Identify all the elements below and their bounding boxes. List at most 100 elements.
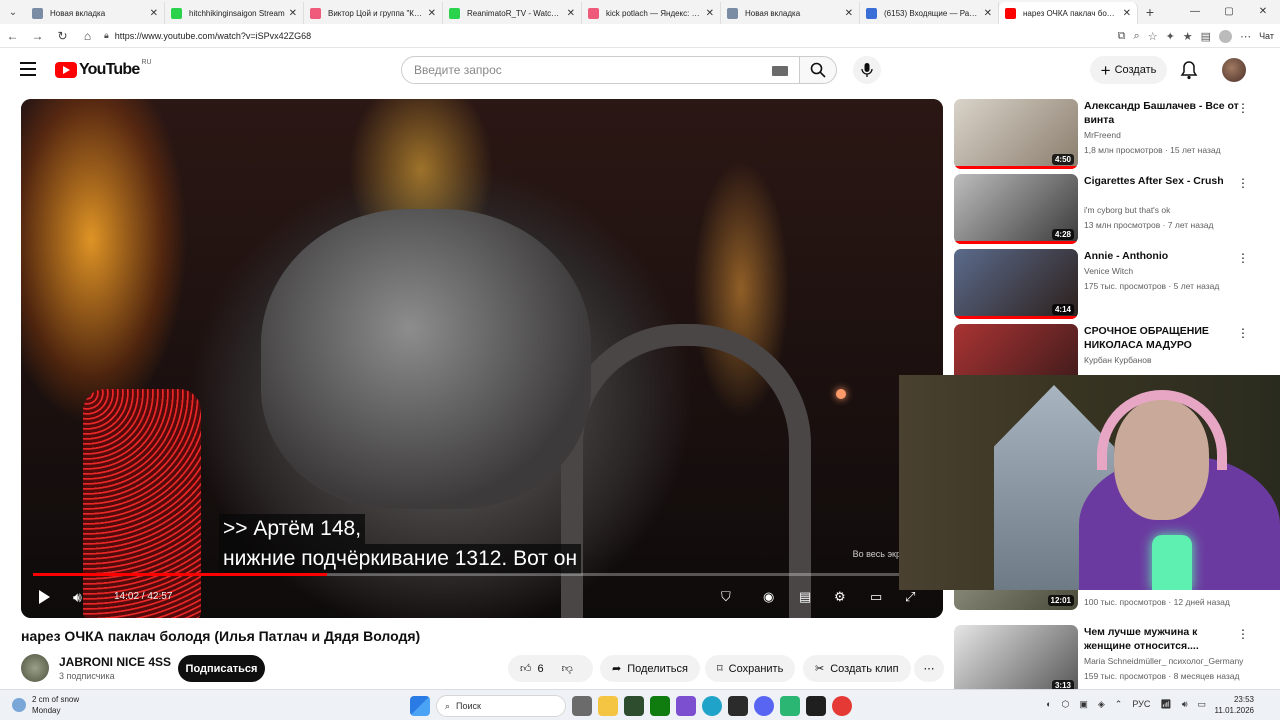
home-icon[interactable]: ⌂ (75, 29, 100, 43)
recommendation-item[interactable]: 4:50 Александр Башлачев - Все от винта MrF… (954, 99, 1264, 169)
xbox-icon[interactable] (650, 696, 670, 716)
edge-icon[interactable] (702, 696, 722, 716)
browser-tab[interactable]: hitchhikinginsaigon Stream ✕ (165, 2, 304, 24)
account-avatar[interactable] (1222, 58, 1246, 82)
tab-close-icon[interactable]: ✕ (706, 8, 714, 19)
taskbar-search[interactable]: ⌕ Поиск (436, 695, 566, 717)
more-vertical-icon[interactable]: ⋮ (1237, 326, 1249, 340)
browser-tab[interactable]: ReanimatoR_TV - Watch the ✕ (443, 2, 582, 24)
task-view-icon[interactable] (572, 696, 592, 716)
recommendation-title[interactable]: Чем лучше мужчина к женщине относится...… (1084, 625, 1244, 653)
zoom-icon[interactable]: ⌕ (1134, 30, 1140, 43)
more-icon[interactable]: ⋯ (1240, 30, 1251, 43)
app-install-icon[interactable]: ⧉ (1118, 30, 1126, 43)
tab-close-icon[interactable]: ✕ (1123, 8, 1131, 19)
voice-search-button[interactable] (853, 56, 881, 84)
progress-bar[interactable] (33, 573, 931, 576)
subtitles-icon[interactable]: ▤ (799, 589, 811, 605)
recommendation-item[interactable]: 4:14 Annie - Anthonio Venice Witch 175 тыс.… (954, 249, 1264, 319)
tab-close-icon[interactable]: ✕ (150, 8, 158, 19)
video-player[interactable]: >> Артём 148, нижние подчёркивание 1312.… (21, 99, 943, 618)
maximize-icon[interactable]: ▢ (1212, 0, 1246, 24)
menu-icon[interactable] (20, 62, 36, 76)
clip-button[interactable]: ✂ Создать клип (803, 655, 911, 682)
keyboard-icon[interactable] (772, 66, 788, 76)
recommendation-title[interactable]: Annie - Anthonio (1084, 249, 1244, 263)
browser-tab[interactable]: Виктор Цой и группа "Кино ✕ (304, 2, 443, 24)
terminal-icon[interactable] (624, 696, 644, 716)
favorites-icon[interactable]: ★ (1183, 30, 1193, 43)
favorite-star-icon[interactable]: ☆ (1148, 30, 1158, 43)
search-input[interactable]: Введите запрос (401, 56, 801, 84)
youtube-logo[interactable]: YouTube RU (55, 59, 152, 79)
tray-icon[interactable]: ⬡ (1062, 699, 1070, 710)
more-vertical-icon[interactable]: ⋮ (1237, 251, 1249, 265)
clock[interactable]: 23:53 11.01.2026 (1215, 694, 1254, 716)
tab-close-icon[interactable]: ✕ (984, 8, 992, 19)
tray-icon[interactable]: ▣ (1079, 699, 1088, 710)
browser-tab[interactable]: Новая вкладка ✕ (721, 2, 860, 24)
browser-tab[interactable]: Новая вкладка ✕ (26, 2, 165, 24)
create-button[interactable]: + Создать (1090, 56, 1167, 84)
play-icon[interactable] (39, 590, 50, 604)
recommendation-channel[interactable]: Курбан Курбанов (1084, 355, 1151, 365)
reload-icon[interactable]: ↻ (50, 29, 75, 43)
app-black-icon[interactable] (806, 696, 826, 716)
recommendation-title[interactable]: СРОЧНОЕ ОБРАЩЕНИЕ НИКОЛАСА МАДУРО (1084, 324, 1244, 352)
recommendation-item[interactable]: 3:13 Чем лучше мужчина к женщине относитс… (954, 625, 1264, 695)
tab-close-icon[interactable]: ✕ (428, 8, 436, 19)
save-button[interactable]: ⌑ Сохранить (705, 655, 796, 682)
minimize-icon[interactable]: — (1178, 0, 1212, 24)
app-icon[interactable] (676, 696, 696, 716)
recommendation-title[interactable]: Александр Башлачев - Все от винта (1084, 99, 1244, 127)
subscribe-button[interactable]: Подписаться (178, 655, 265, 682)
theater-mode-icon[interactable]: ▭ (870, 589, 882, 605)
address-bar[interactable]: 🔒︎ https://www.youtube.com/watch?v=iSPvx… (100, 26, 1100, 46)
channel-avatar[interactable] (21, 654, 49, 682)
more-vertical-icon[interactable]: ⋮ (1237, 627, 1249, 641)
forward-icon[interactable]: → (25, 29, 50, 43)
app-red-icon[interactable] (832, 696, 852, 716)
recommendation-item[interactable]: 4:28 Cigarettes After Sex - Crush i'm cybo… (954, 174, 1264, 244)
more-vertical-icon[interactable]: ⋮ (1237, 101, 1249, 115)
recommendation-thumbnail[interactable]: 3:13 (954, 625, 1078, 695)
recommendation-thumbnail[interactable]: 4:14 (954, 249, 1078, 319)
recommendation-channel[interactable]: Maria Schneidmüller_ психолог_Germany (1084, 656, 1243, 666)
app-dark-icon[interactable] (728, 696, 748, 716)
notifications-bell-icon[interactable] (1180, 60, 1198, 85)
extensions-icon[interactable]: ✦ (1166, 30, 1175, 43)
new-tab-button[interactable]: + (1138, 4, 1162, 20)
channel-name[interactable]: JABRONI NICE 4SS (59, 655, 171, 669)
tray-chevron-icon[interactable]: ⌃ (1115, 699, 1123, 710)
wifi-icon[interactable]: 📶︎ (1160, 699, 1171, 710)
browser-tab[interactable]: kick potlach — Яндекс: наш ✕ (582, 2, 721, 24)
recommendation-title[interactable]: Cigarettes After Sex - Crush (1084, 174, 1244, 188)
battery-icon[interactable]: ▭ (1197, 699, 1206, 710)
volume-icon[interactable]: 🔊︎ (1182, 699, 1188, 710)
tray-icon[interactable]: ◐ (1046, 699, 1051, 710)
back-icon[interactable]: ← (0, 29, 25, 43)
weather-widget[interactable]: 2 cm of snow Monday (12, 694, 79, 716)
collections-icon[interactable]: ▤ (1201, 30, 1211, 43)
more-vertical-icon[interactable]: ⋮ (1237, 176, 1249, 190)
recommendation-channel[interactable]: i'm cyborg but that's ok (1084, 205, 1170, 215)
recommendation-thumbnail[interactable]: 4:28 (954, 174, 1078, 244)
start-windows-icon[interactable] (410, 696, 430, 716)
app-green-icon[interactable] (780, 696, 800, 716)
language-indicator[interactable]: РУС (1132, 699, 1150, 710)
fullscreen-icon[interactable]: ⤢ (905, 589, 915, 605)
dislike-icon[interactable]: 👎︎ (562, 662, 573, 675)
recommendation-channel[interactable]: Venice Witch (1084, 266, 1133, 276)
recommendation-thumbnail[interactable]: 4:50 (954, 99, 1078, 169)
recommendation-channel[interactable]: MrFreend (1084, 130, 1121, 140)
tab-close-icon[interactable]: ✕ (567, 8, 575, 19)
settings-gear-icon[interactable]: ⚙ (834, 589, 846, 605)
tab-menu-chevron-icon[interactable]: ⌄ (0, 0, 26, 24)
profile-avatar[interactable] (1219, 29, 1233, 43)
like-icon[interactable]: 👍︎ (520, 662, 532, 675)
tab-close-icon[interactable]: ✕ (845, 8, 853, 19)
search-button[interactable] (799, 56, 837, 84)
close-window-icon[interactable]: ✕ (1246, 0, 1280, 24)
browser-tab[interactable]: (6153) Входящие — Рамбл ✕ (860, 2, 999, 24)
volume-icon[interactable]: 🔊︎ (73, 589, 82, 606)
